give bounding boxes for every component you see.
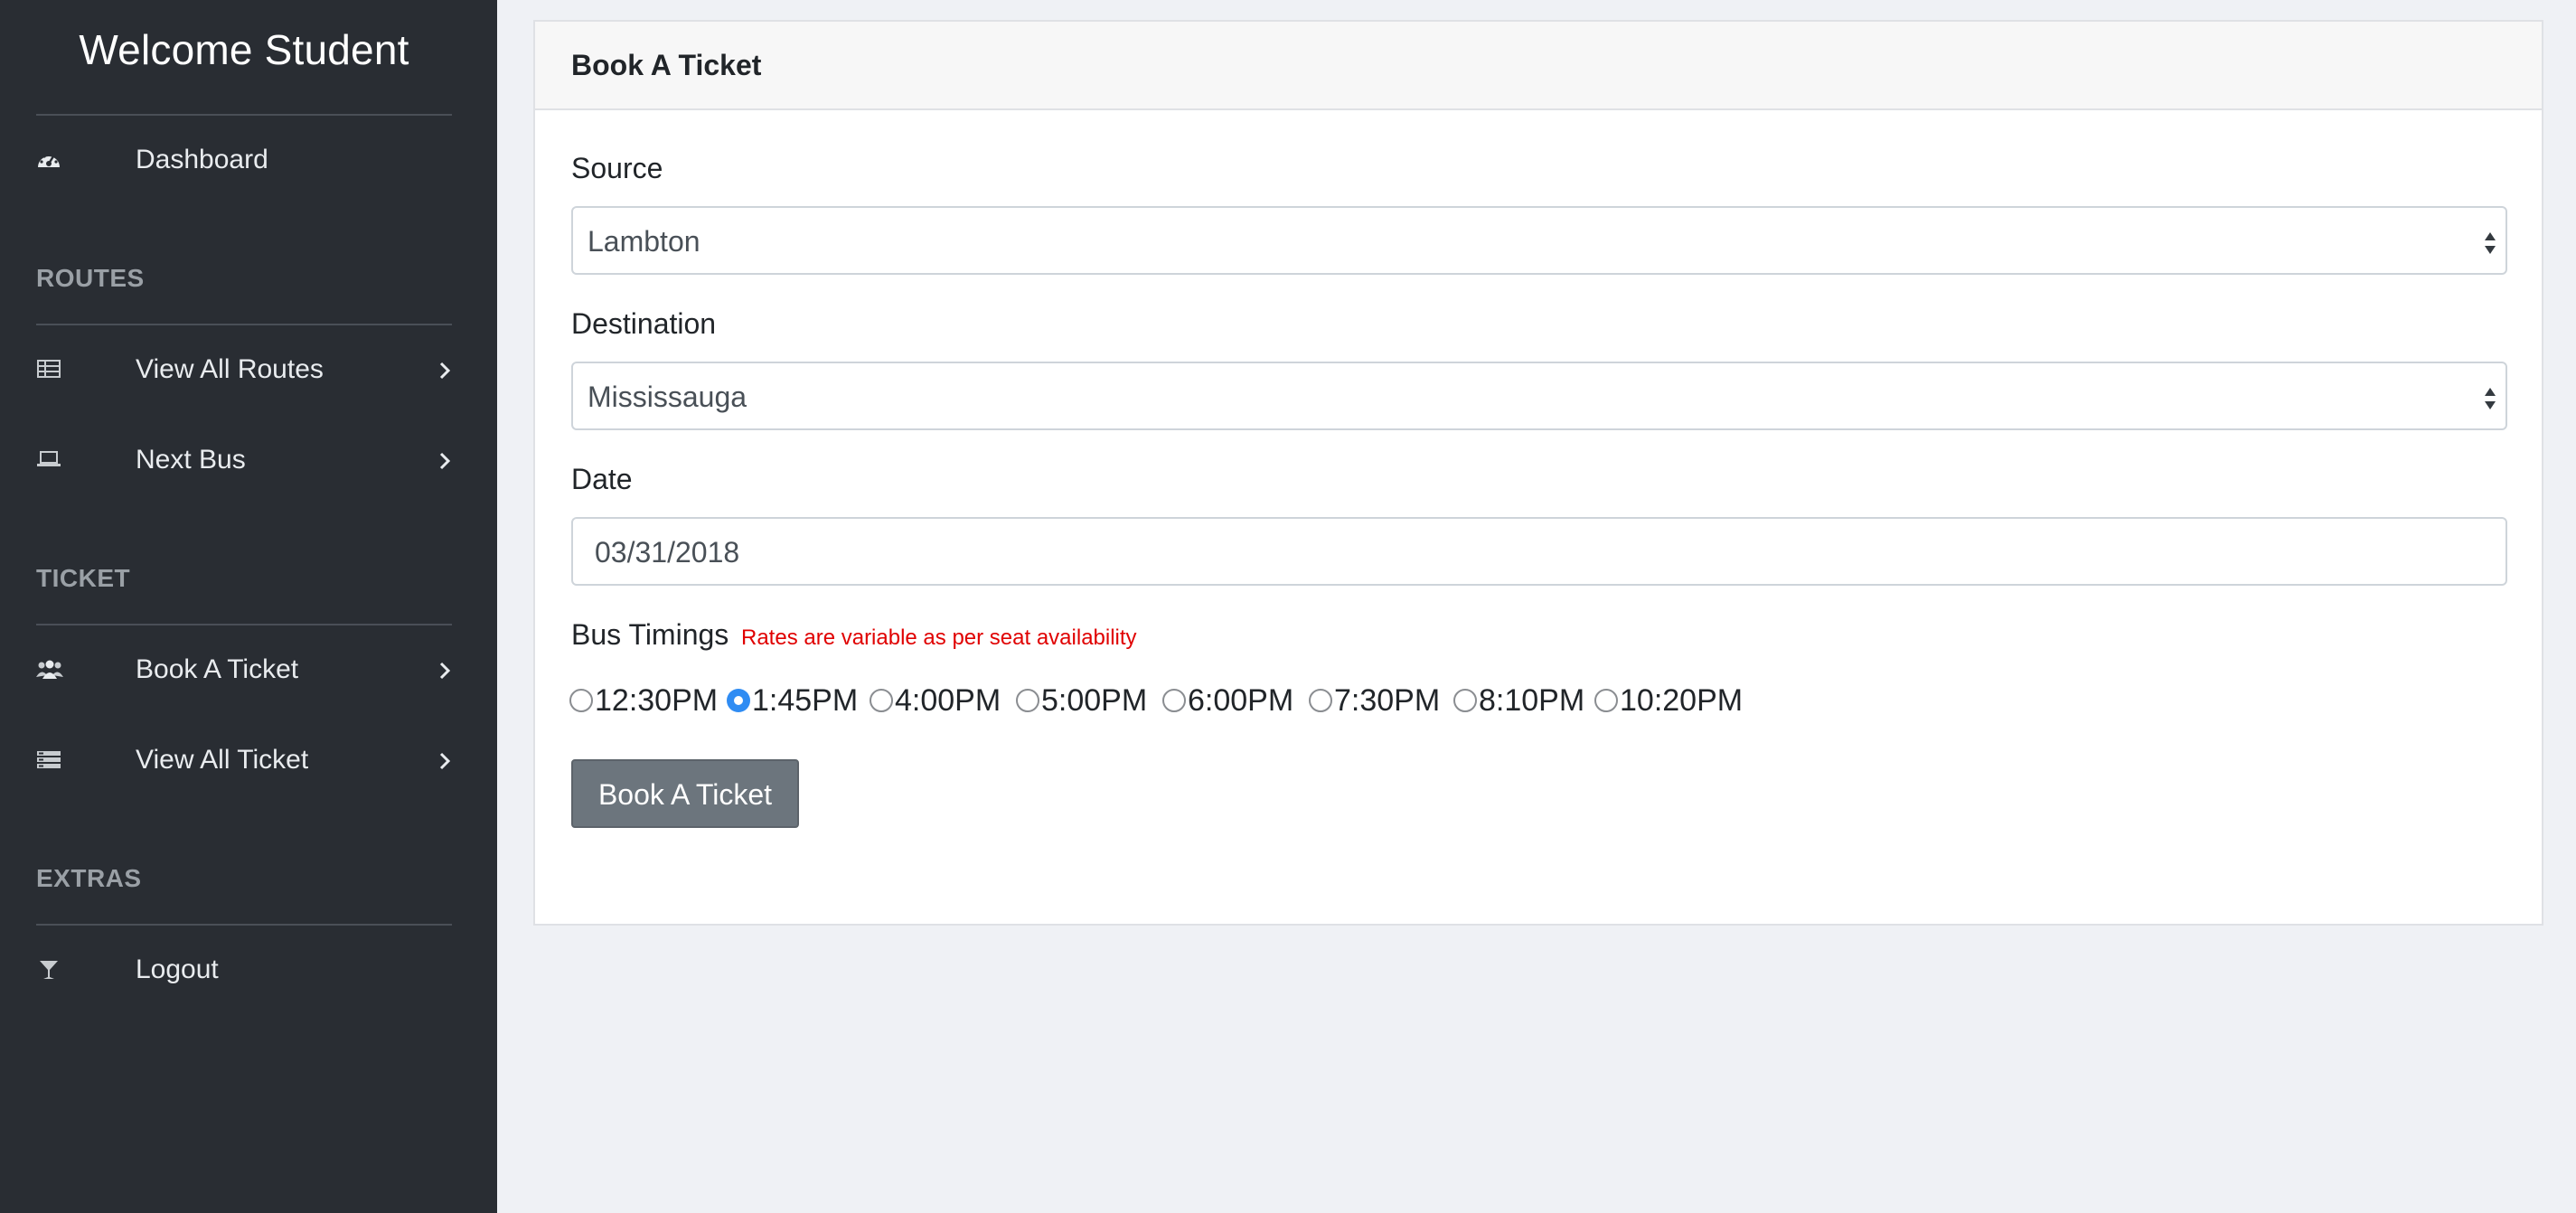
sidebar-item-label: View All Ticket (136, 745, 309, 775)
rates-note: Rates are variable as per seat availabil… (741, 625, 1137, 650)
chevron-right-icon (437, 751, 452, 771)
source-value: Lambton (588, 225, 700, 258)
card-title: Book A Ticket (571, 49, 762, 81)
book-ticket-button-label: Book A Ticket (597, 778, 773, 811)
sidebar-item-label: View All Routes (136, 354, 324, 384)
date-input[interactable]: 03/31/2018 (571, 517, 2507, 586)
table-icon (36, 359, 63, 381)
timing-label: 7:30PM (1334, 683, 1441, 718)
bus-timings-label: Bus Timings (571, 618, 729, 651)
sidebar-item-dashboard[interactable]: Dashboard (0, 128, 497, 192)
radio-circle (1594, 689, 1618, 712)
radio-circle (870, 689, 893, 712)
sidebar-item-view-all-ticket[interactable]: View All Ticket (0, 729, 497, 792)
date-value: 03/31/2018 (595, 536, 740, 569)
dashboard-icon (36, 149, 63, 171)
destination-value: Mississauga (588, 381, 747, 413)
users-icon (36, 659, 63, 681)
radio-circle (1453, 689, 1477, 712)
destination-select[interactable]: Mississauga (571, 362, 2507, 430)
sidebar-divider (36, 924, 452, 926)
select-arrows-icon (2482, 385, 2498, 412)
destination-label: Destination (571, 307, 717, 340)
list-icon (36, 749, 63, 771)
section-header-routes: ROUTES (36, 264, 145, 292)
select-arrows-icon (2482, 230, 2498, 257)
card-header: Book A Ticket (535, 22, 2542, 110)
sidebar-item-logout[interactable]: Logout (0, 938, 497, 1001)
chevron-right-icon (437, 361, 452, 381)
sidebar-item-label: Next Bus (136, 445, 246, 475)
laptop-icon (36, 449, 63, 471)
radio-circle (1162, 689, 1186, 712)
section-header-ticket: TICKET (36, 564, 131, 592)
sidebar: Welcome Student Dashboard ROUTES View Al… (0, 0, 497, 1213)
timing-label: 4:00PM (895, 683, 1001, 718)
timing-label: 10:20PM (1620, 683, 1744, 718)
radio-circle (1309, 689, 1332, 712)
chevron-right-icon (437, 661, 452, 681)
sidebar-item-label: Logout (136, 954, 219, 984)
timing-label: 8:10PM (1479, 683, 1585, 718)
sidebar-divider (36, 324, 452, 325)
book-ticket-card: Book A Ticket Source Lambton Destination… (533, 20, 2543, 926)
sidebar-item-book-a-ticket[interactable]: Book A Ticket (0, 638, 497, 701)
section-header-extras: EXTRAS (36, 864, 142, 892)
book-ticket-button[interactable]: Book A Ticket (571, 759, 799, 828)
sidebar-item-label: Book A Ticket (136, 654, 299, 684)
timing-label: 12:30PM (595, 683, 719, 718)
sidebar-divider (36, 114, 452, 116)
sidebar-title: Welcome Student (79, 26, 409, 73)
date-label: Date (571, 463, 633, 495)
radio-circle (1016, 689, 1039, 712)
sidebar-item-view-all-routes[interactable]: View All Routes (0, 338, 497, 401)
radio-circle (569, 689, 593, 712)
chevron-right-icon (437, 451, 452, 471)
timing-label: 6:00PM (1188, 683, 1294, 718)
sidebar-item-next-bus[interactable]: Next Bus (0, 428, 497, 492)
timing-label: 5:00PM (1041, 683, 1148, 718)
radio-circle-selected (727, 689, 750, 712)
sidebar-item-label: Dashboard (136, 145, 268, 174)
glass-icon (36, 959, 63, 981)
source-label: Source (571, 152, 663, 184)
timing-label: 1:45PM (752, 683, 859, 718)
source-select[interactable]: Lambton (571, 206, 2507, 275)
sidebar-divider (36, 624, 452, 625)
